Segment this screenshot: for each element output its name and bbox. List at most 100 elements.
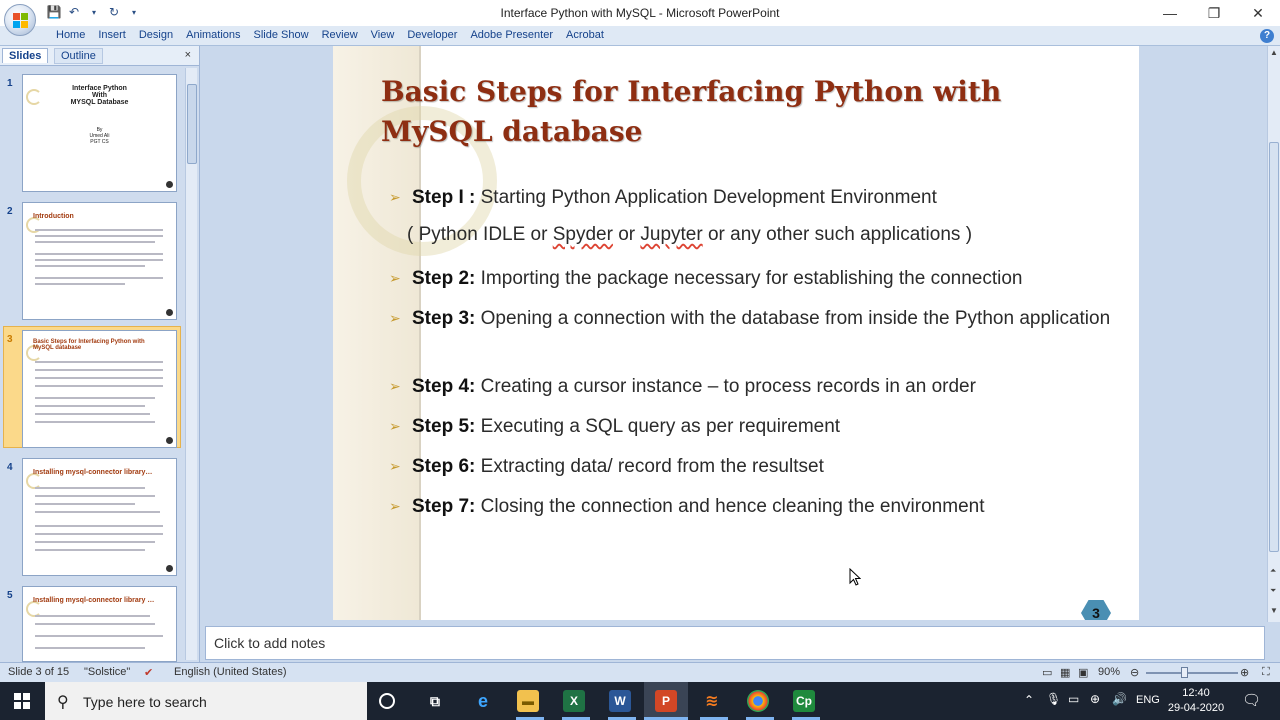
fit-to-window-icon[interactable]: ⛶ xyxy=(1262,666,1270,679)
thumb-text-line xyxy=(35,525,163,527)
window-title: Interface Python with MySQL - Microsoft … xyxy=(500,6,780,20)
clock-time: 12:40 xyxy=(1182,687,1210,699)
transition-icon xyxy=(166,309,173,316)
file-explorer-icon[interactable]: ▬ xyxy=(517,690,539,712)
chrome-icon[interactable] xyxy=(747,690,769,712)
bullet-arrow-icon: ➢ xyxy=(389,498,401,514)
thumb-text-line xyxy=(35,541,155,543)
excel-icon[interactable]: X xyxy=(563,690,585,712)
thumb-text-line xyxy=(35,511,160,513)
panel-scrollbar[interactable] xyxy=(185,68,197,660)
clock[interactable]: 12:40 29-04-2020 xyxy=(1160,686,1232,716)
zoom-out-icon[interactable]: ⊖ xyxy=(1130,666,1139,679)
powerpoint-icon[interactable]: P xyxy=(655,690,677,712)
app-icon[interactable]: ≋ xyxy=(701,690,723,712)
slide-sorter-icon[interactable]: ▦ xyxy=(1060,666,1070,679)
tab-developer[interactable]: Developer xyxy=(407,29,470,41)
thumb-text-line xyxy=(35,361,163,363)
windows-start-icon[interactable] xyxy=(14,693,30,709)
step-text: Executing a SQL query as per requirement xyxy=(480,416,841,437)
mouse-cursor-icon xyxy=(849,568,861,586)
taskbar-search[interactable]: ⚲ Type here to search xyxy=(45,682,367,720)
previous-slide-icon[interactable]: ⏶ xyxy=(1270,566,1276,576)
tab-outline[interactable]: Outline xyxy=(54,48,103,64)
ribbon-tabs: Home Insert Design Animations Slide Show… xyxy=(56,29,617,41)
thumb-text-line xyxy=(35,405,145,407)
thumb-text-line xyxy=(35,259,163,261)
tab-design[interactable]: Design xyxy=(139,29,186,41)
slide-title[interactable]: Basic Steps for Interfacing Python with … xyxy=(381,72,1101,152)
slide-count: Slide 3 of 15 xyxy=(8,666,70,678)
tab-slide-show[interactable]: Slide Show xyxy=(254,29,322,41)
thumb-text-line xyxy=(35,229,163,231)
scroll-up-icon[interactable]: ▲ xyxy=(1270,48,1278,57)
slide-canvas[interactable]: Basic Steps for Interfacing Python with … xyxy=(333,46,1139,620)
step-label: Step 5: xyxy=(412,416,476,437)
thumb-number: 4 xyxy=(7,462,13,473)
panel-scroll-thumb[interactable] xyxy=(187,84,197,164)
notes-input[interactable]: Click to add notes xyxy=(205,626,1265,660)
tab-review[interactable]: Review xyxy=(322,29,371,41)
transition-icon xyxy=(166,181,173,188)
panel-tabs: Slides Outline × xyxy=(0,46,199,66)
slide-show-icon[interactable]: ▣ xyxy=(1078,666,1088,679)
input-language[interactable]: ENG xyxy=(1136,694,1160,706)
volume-icon[interactable]: 🔊 xyxy=(1112,692,1127,706)
tab-view[interactable]: View xyxy=(371,29,408,41)
bullet-arrow-icon: ➢ xyxy=(389,270,401,286)
tab-animations[interactable]: Animations xyxy=(186,29,253,41)
ribbon: Home Insert Design Animations Slide Show… xyxy=(0,26,1280,46)
notes-placeholder: Click to add notes xyxy=(214,635,326,651)
edge-icon[interactable]: e xyxy=(472,690,494,712)
transition-icon xyxy=(166,565,173,572)
theme-name[interactable]: "Solstice" xyxy=(84,666,130,678)
step-1-subline: ( Python IDLE or Spyder or Jupyter or an… xyxy=(407,224,972,246)
thumb-text-line xyxy=(35,549,145,551)
maximize-button[interactable]: ❐ xyxy=(1192,0,1236,26)
taskbar: ⚲ Type here to search ⧉ e ▬ X W P ≋ Cp ⌃… xyxy=(0,682,1280,720)
slide-scroll-thumb[interactable] xyxy=(1269,142,1279,552)
chevron-up-icon[interactable]: ⌃ xyxy=(1024,693,1034,707)
tab-home[interactable]: Home xyxy=(56,29,98,41)
battery-icon[interactable]: ▭ xyxy=(1068,692,1079,706)
normal-view-icon[interactable]: ▭ xyxy=(1042,666,1052,679)
zoom-in-icon[interactable]: ⊕ xyxy=(1240,666,1249,679)
task-view-icon[interactable]: ⧉ xyxy=(424,690,446,712)
zoom-slider[interactable] xyxy=(1146,672,1238,674)
slide-scrollbar[interactable]: ▲ ⏶ ⏷ ▼ xyxy=(1267,46,1280,622)
subline-jupyter: Jupyter xyxy=(640,224,703,245)
notifications-icon[interactable]: 🗨 xyxy=(1242,691,1261,709)
thumb-frame: Installing mysql-connector library… xyxy=(22,458,177,576)
office-logo-icon xyxy=(13,13,28,28)
thumb-text-line xyxy=(35,503,135,505)
captivate-icon[interactable]: Cp xyxy=(793,690,815,712)
microphone-icon[interactable]: 🎙 xyxy=(1046,692,1061,706)
tab-insert[interactable]: Insert xyxy=(98,29,139,41)
zoom-level[interactable]: 90% xyxy=(1098,666,1120,678)
thumb-text-line xyxy=(35,495,155,497)
step-text: Creating a cursor instance – to process … xyxy=(480,376,976,397)
spell-check-icon[interactable]: ✔ xyxy=(144,666,153,679)
tab-adobe-presenter[interactable]: Adobe Presenter xyxy=(470,29,566,41)
step-text: Starting Python Application Development … xyxy=(480,187,937,208)
language[interactable]: English (United States) xyxy=(174,666,287,678)
thumb-text-line xyxy=(35,623,155,625)
cortana-icon[interactable] xyxy=(379,693,395,709)
thumb-text-line xyxy=(35,283,125,285)
office-button[interactable] xyxy=(4,4,36,36)
panel-close-icon[interactable]: × xyxy=(185,49,191,61)
network-icon[interactable]: ⊕ xyxy=(1090,692,1100,706)
thumb-title: Installing mysql-connector library … xyxy=(33,597,155,604)
zoom-slider-thumb[interactable] xyxy=(1181,667,1188,678)
thumb-title: Introduction xyxy=(33,213,74,220)
scroll-down-icon[interactable]: ▼ xyxy=(1270,606,1278,615)
tab-acrobat[interactable]: Acrobat xyxy=(566,29,617,41)
minimize-button[interactable]: — xyxy=(1148,0,1192,26)
close-button[interactable]: ✕ xyxy=(1236,0,1280,26)
next-slide-icon[interactable]: ⏷ xyxy=(1270,586,1276,596)
word-icon[interactable]: W xyxy=(609,690,631,712)
tab-slides[interactable]: Slides xyxy=(2,48,49,63)
thumb-text-line xyxy=(35,377,163,379)
status-bar: Slide 3 of 15 "Solstice" ✔ English (Unit… xyxy=(0,662,1280,682)
help-icon[interactable]: ? xyxy=(1260,29,1274,43)
